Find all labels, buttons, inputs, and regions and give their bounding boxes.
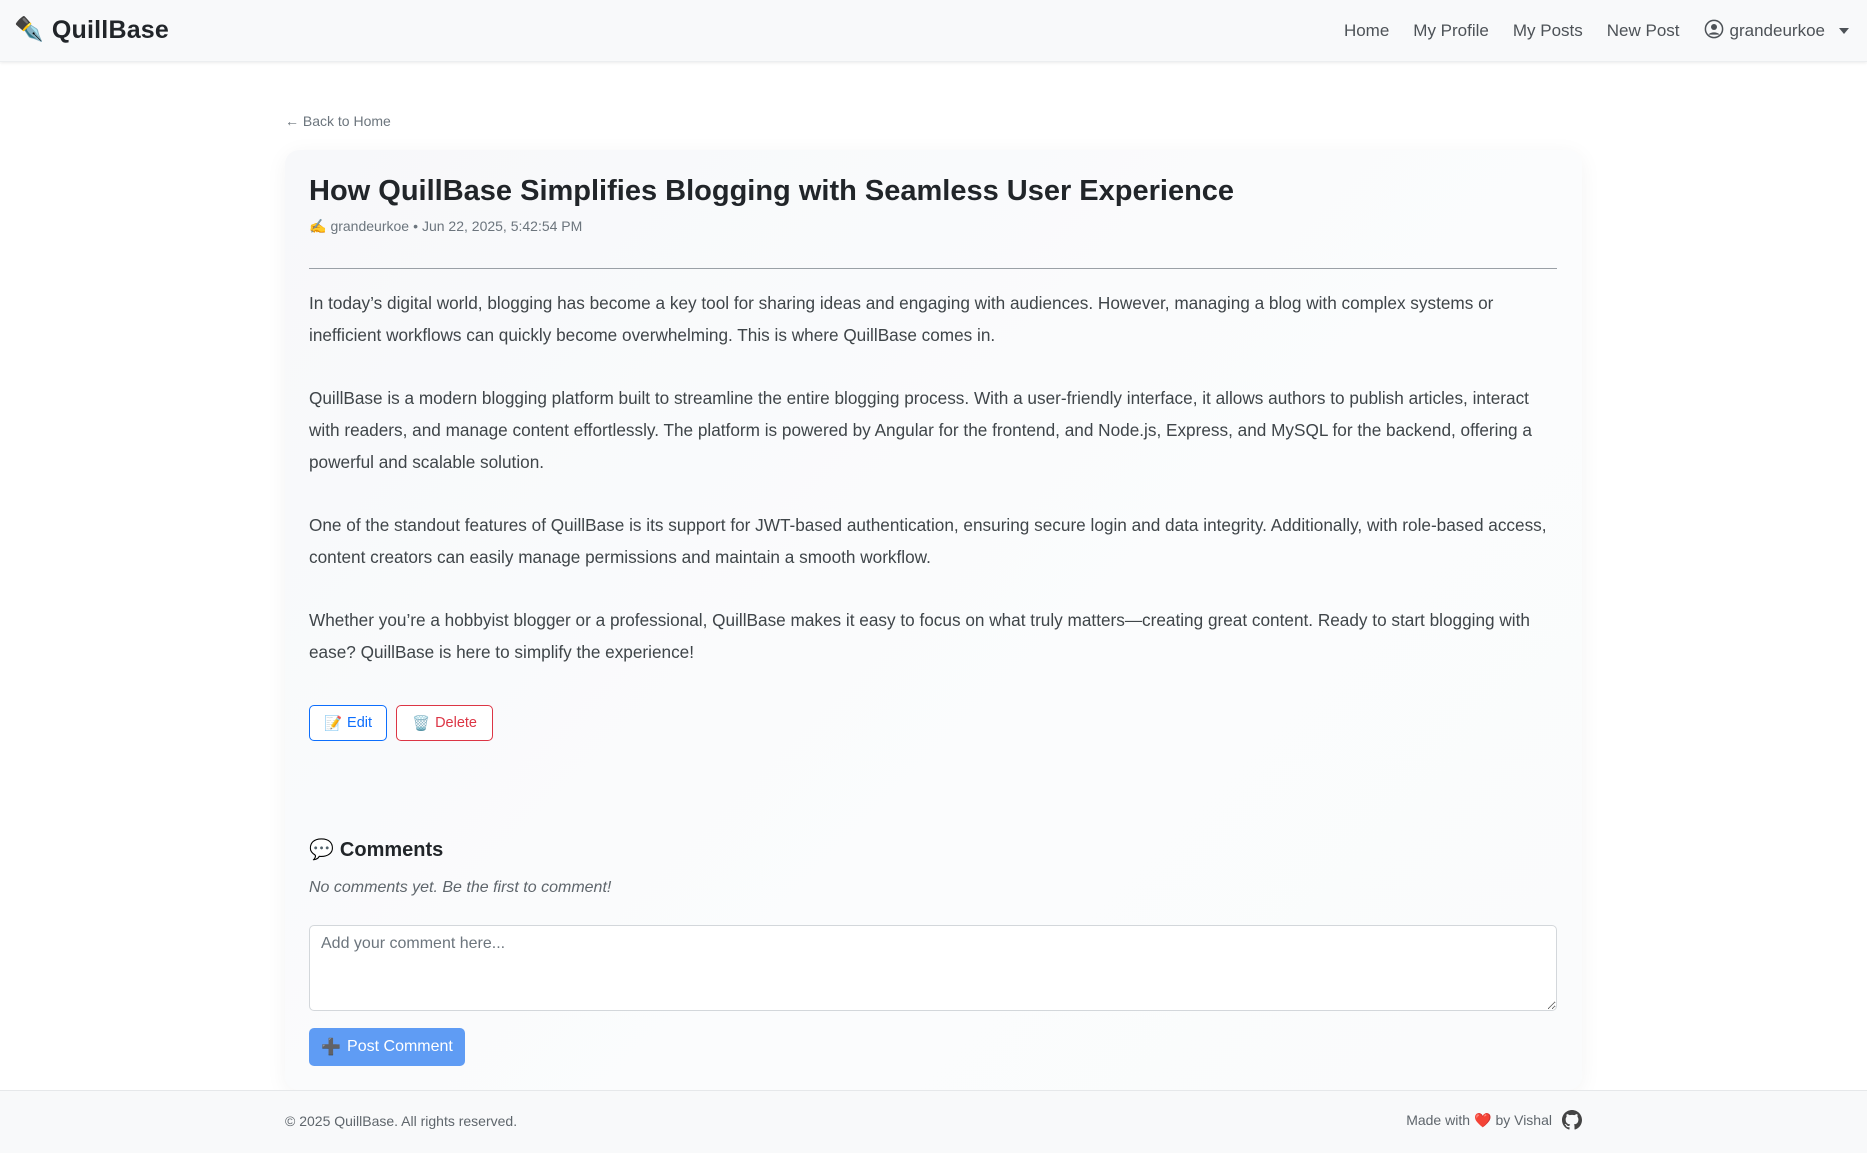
writing-hand-icon: ✍️ [309, 218, 327, 234]
nav-my-profile[interactable]: My Profile [1413, 0, 1489, 62]
post-paragraph: Whether you’re a hobbyist blogger or a p… [309, 610, 1530, 662]
comments-heading: 💬 Comments [309, 836, 443, 864]
post-paragraph: QuillBase is a modern blogging platform … [309, 388, 1532, 472]
nav-new-post[interactable]: New Post [1607, 0, 1680, 62]
edit-button[interactable]: 📝 Edit [309, 705, 387, 741]
made-with: Made with ❤️ by Vishal [1406, 1110, 1582, 1130]
brand-link[interactable]: ✒️ QuillBase [14, 14, 169, 46]
nav-my-posts[interactable]: My Posts [1513, 0, 1583, 62]
post-comment-label: Post Comment [347, 1038, 453, 1055]
post-date: Jun 22, 2025, 5:42:54 PM [421, 218, 583, 234]
post-card: How QuillBase Simplifies Blogging with S… [285, 150, 1582, 1090]
nav-home[interactable]: Home [1344, 0, 1389, 62]
post-author: grandeurkoe [330, 218, 410, 234]
made-with-text: Made with [1406, 1112, 1470, 1128]
github-icon[interactable] [1562, 1110, 1582, 1130]
copyright: © 2025 QuillBase. All rights reserved. [285, 1113, 518, 1129]
chevron-down-icon [1839, 28, 1849, 34]
post-comment-button[interactable]: ➕ Post Comment [309, 1028, 465, 1066]
comments-heading-text: Comments [339, 839, 444, 861]
post-body: In today’s digital world, blogging has b… [309, 287, 1557, 699]
post-paragraph: In today’s digital world, blogging has b… [309, 293, 1494, 345]
brand-name: QuillBase [51, 16, 170, 44]
memo-icon: 📝 [323, 715, 343, 732]
no-comments-text: No comments yet. Be the first to comment… [309, 879, 612, 896]
pen-icon: ✒️ [14, 16, 44, 43]
plus-icon: ➕ [321, 1039, 342, 1056]
meta-separator: • [413, 218, 418, 234]
post-title: How QuillBase Simplifies Blogging with S… [309, 175, 1235, 207]
heart-icon: ❤️ [1474, 1111, 1492, 1128]
delete-label: Delete [435, 715, 477, 731]
delete-button[interactable]: 🗑️ Delete [396, 705, 493, 741]
trash-icon: 🗑️ [412, 715, 431, 732]
author-credit: by Vishal [1495, 1112, 1552, 1128]
divider [309, 268, 1557, 269]
footer: © 2025 QuillBase. All rights reserved. M… [0, 1090, 1867, 1153]
speech-bubble-icon: 💬 [309, 839, 334, 861]
post-paragraph: One of the standout features of QuillBas… [309, 515, 1547, 567]
person-circle-icon [1704, 19, 1724, 44]
post-meta: ✍️ grandeurkoe • Jun 22, 2025, 5:42:54 P… [309, 216, 582, 236]
username: grandeurkoe [1729, 21, 1825, 40]
edit-label: Edit [347, 715, 373, 731]
nav-links: Home My Profile My Posts New Post grande… [1320, 0, 1849, 62]
user-dropdown[interactable]: grandeurkoe [1704, 19, 1849, 44]
navbar: ✒️ QuillBase Home My Profile My Posts Ne… [0, 0, 1867, 62]
back-to-home-link[interactable]: ← Back to Home [285, 113, 391, 129]
comment-input[interactable] [309, 925, 1557, 1011]
